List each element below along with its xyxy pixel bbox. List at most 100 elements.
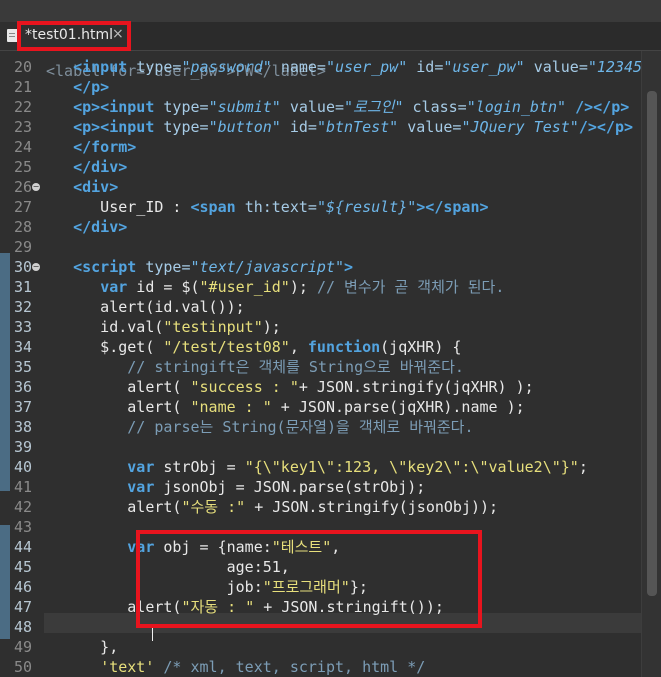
code-token: class= <box>412 98 467 116</box>
code-token: }; <box>349 578 368 596</box>
code-token: 'text' <box>100 658 155 676</box>
line-number: 41 <box>13 478 32 496</box>
code-token: "user_pw" <box>443 58 525 76</box>
code-text: // parse는 String(문자열)을 객체로 바꿔준다. <box>46 417 474 437</box>
code-token: type= <box>163 118 209 136</box>
code-text: var jsonObj = JSON.parse(strObj); <box>46 477 425 497</box>
code-line: 31 var id = $("#user_id"); // 변수가 곧 객체가 … <box>0 277 661 297</box>
code-token: "password" <box>181 58 272 76</box>
fold-collapse-icon[interactable]: − <box>32 183 40 191</box>
code-token: "success : " <box>190 378 299 396</box>
code-text: <input type="password" name="user_pw" id… <box>46 57 651 77</box>
code-token: // parse는 String(문자열)을 객체로 바꿔준다. <box>127 418 474 436</box>
code-line: 42 alert("수동 :" + JSON.stringify(jsonObj… <box>0 497 661 517</box>
code-text: </div> <box>46 157 127 177</box>
code-token: alert( <box>46 598 182 616</box>
code-line: 20 <input type="password" name="user_pw"… <box>0 57 661 77</box>
code-line: 45 age:51, <box>0 557 661 577</box>
code-token: <script <box>73 258 137 276</box>
code-text: alert("수동 :" + JSON.stringify(jsonObj)); <box>46 497 498 517</box>
code-text: var obj = {name:"테스트", <box>46 537 340 557</box>
line-number: 42 <box>13 498 32 516</box>
code-token: var <box>127 458 155 476</box>
code-token: value= <box>407 118 462 136</box>
code-token: /></p> <box>575 98 630 116</box>
code-line: 36 alert( "success : "+ JSON.stringify(j… <box>0 377 661 397</box>
line-number: 47 <box>13 598 32 616</box>
code-token: type= <box>163 98 209 116</box>
line-number: 32 <box>13 298 32 316</box>
code-token: // 변수가 곧 객체가 된다. <box>316 278 505 296</box>
code-token: "button" <box>208 118 281 136</box>
line-number: 48 <box>13 618 32 636</box>
line-number: 34 <box>13 338 32 356</box>
code-text: alert("자동 : " + JSON.stringift()); <box>46 597 444 617</box>
code-token: + JSON.stringify(jqXHR) ); <box>298 378 534 396</box>
code-line: 30− <script type="text/javascript"> <box>0 257 661 277</box>
code-token: </div> <box>73 218 128 236</box>
code-line: 48 <box>0 617 661 637</box>
code-token: , <box>331 538 341 556</box>
line-number: 20 <box>13 58 32 76</box>
code-line: 22 <p><input type="submit" value="로그인" c… <box>0 97 661 117</box>
code-token: alert( <box>46 378 191 396</box>
code-token: "자동 : " <box>181 598 255 616</box>
vertical-scrollbar[interactable] <box>641 51 661 677</box>
code-token: </p> <box>73 78 110 96</box>
code-token: ></span> <box>416 198 489 216</box>
line-number: 22 <box>13 98 32 116</box>
line-number: 27 <box>13 198 32 216</box>
code-line: 50 'text' /* xml, text, script, html */ <box>0 657 661 677</box>
fold-collapse-icon[interactable]: − <box>32 263 40 271</box>
line-number: 31 <box>13 278 32 296</box>
code-token: "btnTest" <box>316 118 399 136</box>
code-token: + JSON.stringify(jsonObj)); <box>245 498 499 516</box>
code-text: }, <box>46 637 118 657</box>
code-text: </p> <box>46 77 109 97</box>
code-token: // stringift은 객체를 String으로 바꿔준다. <box>127 358 464 376</box>
code-text: job:"프로그래머"}; <box>46 577 368 597</box>
line-number: 40 <box>13 458 32 476</box>
code-text: <p><input type="submit" value="로그인" clas… <box>46 97 629 117</box>
code-line: 35 // stringift은 객체를 String으로 바꿔준다. <box>0 357 661 377</box>
code-line: 24 </form> <box>0 137 661 157</box>
code-text: </form> <box>46 137 136 157</box>
code-text: // stringift은 객체를 String으로 바꿔준다. <box>46 357 464 377</box>
code-token: </div> <box>73 158 128 176</box>
code-line: 34 $.get( "/test/test08", function(jqXHR… <box>0 337 661 357</box>
code-line: 41 var jsonObj = JSON.parse(strObj); <box>0 477 661 497</box>
code-line: 26− <div> <box>0 177 661 197</box>
code-line: 21 </p> <box>0 77 661 97</box>
code-token: type= <box>136 58 182 76</box>
code-token: "수동 :" <box>181 498 246 516</box>
code-line: 37 alert( "name : " + JSON.parse(jqXHR).… <box>0 397 661 417</box>
line-number: 44 <box>13 538 32 556</box>
code-editor[interactable]: <label for="user_pw">PW</label> 20 <inpu… <box>0 51 661 677</box>
code-token: "프로그래머" <box>262 578 350 596</box>
code-text: alert( "success : "+ JSON.stringify(jqXH… <box>46 377 534 397</box>
line-number: 25 <box>13 158 32 176</box>
code-token: ); <box>289 278 317 296</box>
code-token: type= <box>145 258 191 276</box>
line-number: 46 <box>13 578 32 596</box>
code-token: "${result}" <box>316 198 417 216</box>
code-token: var <box>100 278 128 296</box>
close-icon[interactable]: × <box>112 26 124 42</box>
code-token: User_ID : <box>46 198 191 216</box>
scrollbar-thumb[interactable] <box>647 91 657 596</box>
code-token: value= <box>533 58 588 76</box>
line-number: 39 <box>13 438 32 456</box>
code-text: alert( "name : " + JSON.parse(jqXHR).nam… <box>46 397 524 417</box>
line-number: 45 <box>13 558 32 576</box>
